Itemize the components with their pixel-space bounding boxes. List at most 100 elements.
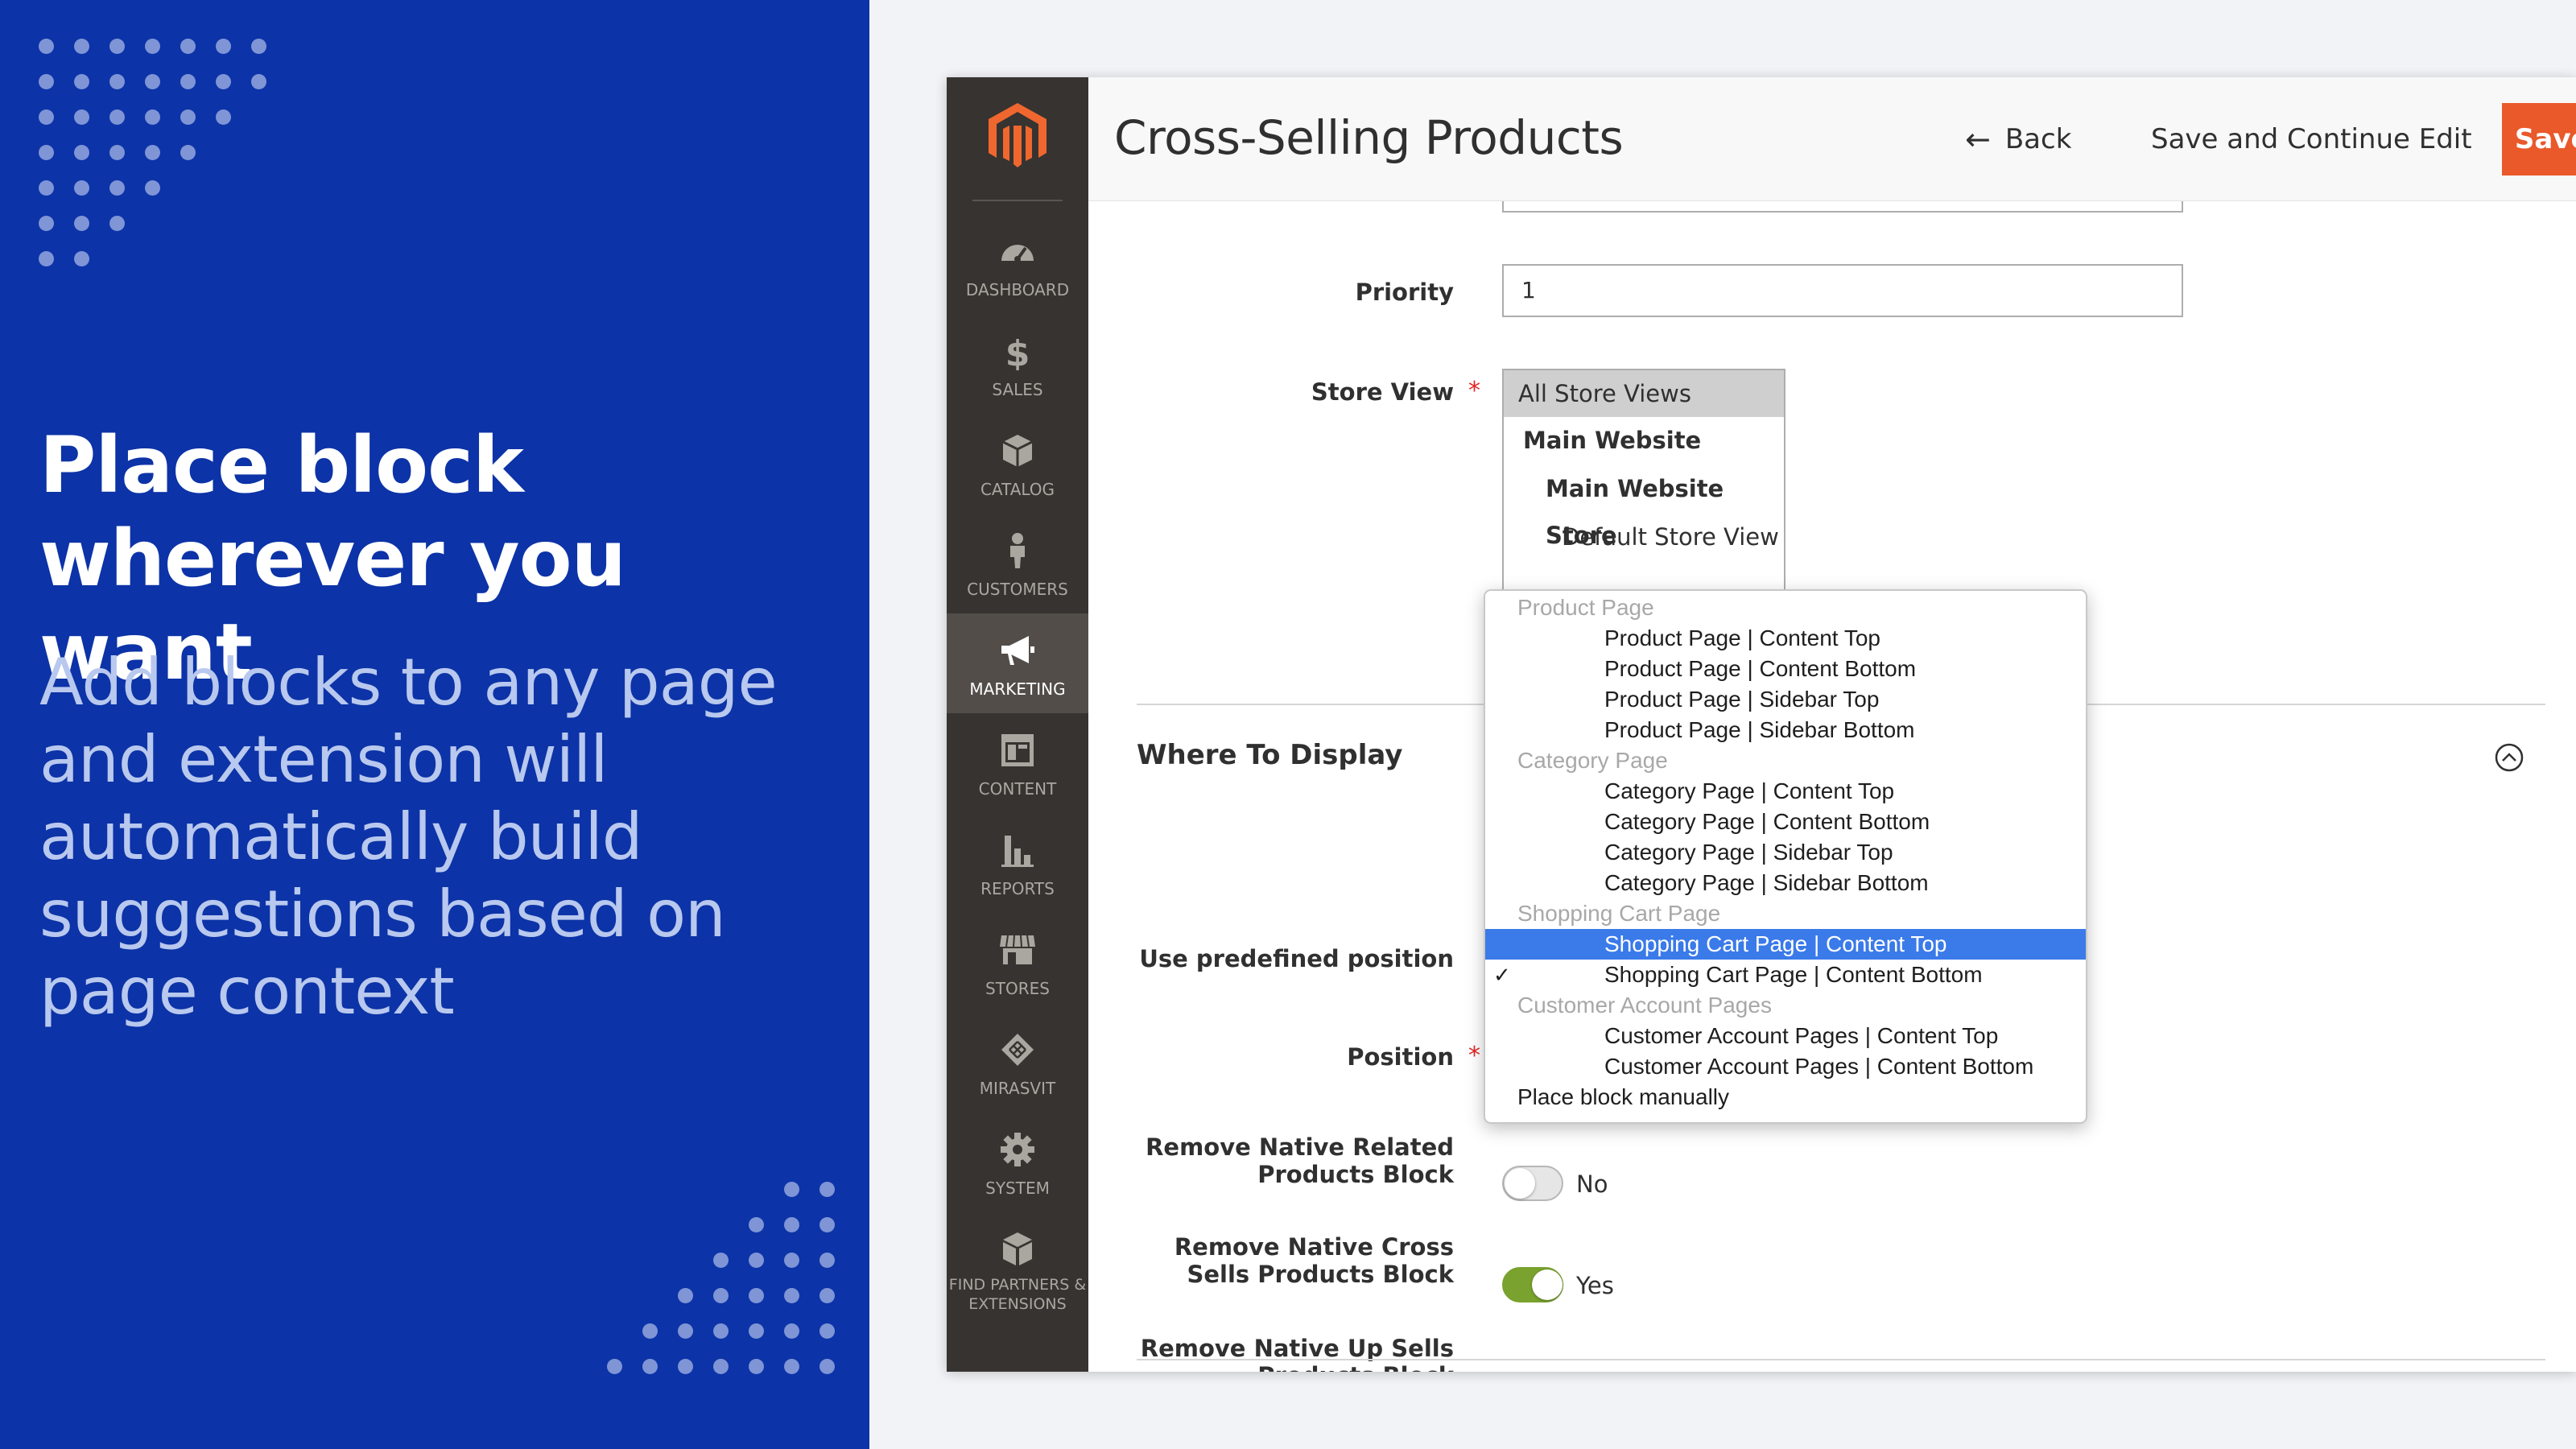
- decorative-dot: [39, 109, 54, 125]
- nav-customers[interactable]: CUSTOMERS: [947, 514, 1088, 613]
- logo-divider: [972, 200, 1063, 201]
- dropdown-group-label: Customer Account Pages: [1485, 990, 2086, 1021]
- decorative-dot: [39, 180, 54, 196]
- decorative-dot: [216, 74, 231, 89]
- where-to-display-title[interactable]: Where To Display: [1137, 737, 1402, 773]
- decorative-dot: [678, 1323, 693, 1339]
- dropdown-option[interactable]: ✓ Shopping Cart Page | Content Bottom: [1485, 960, 2086, 990]
- gear-icon: [1001, 1133, 1034, 1166]
- decorative-dot: [819, 1182, 835, 1197]
- decorative-dot: [749, 1288, 764, 1303]
- store-option[interactable]: Default Store View: [1504, 514, 1784, 560]
- dollar-icon: $: [1005, 333, 1030, 370]
- decorative-dot: [180, 145, 196, 160]
- dropdown-option[interactable]: Product Page | Content Bottom: [1485, 654, 2086, 684]
- dropdown-option-label: Category Page | Sidebar Top: [1604, 840, 1893, 865]
- dropdown-option-label: Shopping Cart Page | Content Bottom: [1604, 962, 1983, 987]
- dropdown-option[interactable]: Customer Account Pages | Content Bottom: [1485, 1051, 2086, 1082]
- admin-sidebar: DASHBOARD $ SALES CATALOG CUSTOMERS MARK…: [947, 77, 1088, 1372]
- decorative-dot: [109, 39, 125, 54]
- page-header: Cross-Selling Products ← Back Save and C…: [1088, 77, 2576, 201]
- dropdown-option-label: Product Page: [1517, 595, 1654, 620]
- save-block-button[interactable]: Save Block: [2502, 103, 2576, 175]
- dropdown-option-label: Product Page | Content Top: [1604, 625, 1880, 650]
- decorative-dot: [251, 39, 266, 54]
- decorative-dot: [784, 1323, 799, 1339]
- decorative-dot: [819, 1359, 835, 1374]
- decorative-dot: [74, 145, 89, 160]
- decorative-dot: [145, 180, 160, 196]
- back-button[interactable]: ← Back: [1965, 119, 2071, 159]
- position-dropdown-menu[interactable]: Product Page Product Page | Content Top Pr…: [1484, 589, 2087, 1124]
- nav-content[interactable]: CONTENT: [947, 713, 1088, 813]
- save-and-continue-button[interactable]: Save and Continue Edit: [2151, 119, 2472, 159]
- nav-label: CUSTOMERS: [967, 580, 1068, 599]
- priority-input[interactable]: 1: [1502, 264, 2183, 317]
- title-input-partial[interactable]: [1502, 201, 2183, 213]
- dropdown-option[interactable]: Product Page | Sidebar Top: [1485, 684, 2086, 715]
- decorative-dot: [749, 1359, 764, 1374]
- megaphone-icon: [1001, 636, 1034, 665]
- dropdown-option[interactable]: Shopping Cart Page | Content Top: [1485, 929, 2086, 960]
- store-view-multiselect[interactable]: All Store Views Main Website Main Websit…: [1502, 369, 1785, 594]
- nav-label: CONTENT: [978, 779, 1057, 799]
- decorative-dot: [784, 1253, 799, 1268]
- decorative-dot: [74, 216, 89, 231]
- decorative-dot: [784, 1217, 799, 1232]
- nav-marketing[interactable]: MARKETING: [947, 613, 1088, 713]
- nav-find-partners[interactable]: FIND PARTNERS & EXTENSIONS: [947, 1212, 1088, 1313]
- required-asterisk: *: [1468, 1042, 1480, 1070]
- decorative-dot: [74, 251, 89, 266]
- dropdown-option[interactable]: Category Page | Content Top: [1485, 776, 2086, 807]
- back-label: Back: [2004, 123, 2072, 155]
- remove-up-sells-toggle[interactable]: [1502, 1267, 1563, 1302]
- store-option[interactable]: All Store Views: [1504, 370, 1784, 417]
- nav-label: CATALOG: [980, 480, 1055, 499]
- decorative-dot: [145, 145, 160, 160]
- layout-icon: [1001, 734, 1034, 766]
- dropdown-option-label: Product Page | Sidebar Bottom: [1604, 717, 1915, 742]
- checkmark-icon: ✓: [1493, 963, 1511, 987]
- store-option[interactable]: Main Website: [1504, 417, 1784, 464]
- decorative-dot: [607, 1359, 622, 1374]
- dropdown-option[interactable]: Product Page | Sidebar Bottom: [1485, 715, 2086, 745]
- remove-related-label: Remove Native Related Products Block: [1146, 1133, 1454, 1188]
- nav-label: SYSTEM: [985, 1179, 1050, 1198]
- dropdown-option[interactable]: Category Page | Content Bottom: [1485, 807, 2086, 837]
- dropdown-option[interactable]: Product Page | Content Top: [1485, 623, 2086, 654]
- box-icon: [1002, 435, 1033, 467]
- decorative-dot: [74, 39, 89, 54]
- decorative-dot: [109, 109, 125, 125]
- decorative-dot: [109, 180, 125, 196]
- dropdown-option-label: Category Page: [1517, 748, 1668, 773]
- decorative-dot: [109, 74, 125, 89]
- svg-text:$: $: [1005, 333, 1030, 370]
- dropdown-group-label: Shopping Cart Page: [1485, 898, 2086, 929]
- decorative-dot: [678, 1288, 693, 1303]
- nav-label: FIND PARTNERS & EXTENSIONS: [948, 1276, 1087, 1313]
- magento-logo[interactable]: [987, 101, 1048, 169]
- dropdown-option[interactable]: Customer Account Pages | Content Top: [1485, 1021, 2086, 1051]
- promo-subtitle: Add blocks to any page and extension wil…: [39, 645, 778, 1029]
- decorative-dot: [749, 1323, 764, 1339]
- decorative-dot: [713, 1288, 729, 1303]
- decorative-dot: [145, 109, 160, 125]
- nav-system[interactable]: SYSTEM: [947, 1113, 1088, 1212]
- decorative-dot: [39, 216, 54, 231]
- remove-cross-sells-toggle[interactable]: [1502, 1166, 1563, 1201]
- nav-catalog[interactable]: CATALOG: [947, 414, 1088, 514]
- promo-panel: Place block wherever you want Add blocks…: [0, 0, 869, 1449]
- dropdown-option[interactable]: Place block manually: [1485, 1082, 2086, 1113]
- collapse-chevron-icon[interactable]: [2494, 742, 2524, 773]
- bar-chart-icon: [1001, 836, 1034, 867]
- decorative-dot: [819, 1253, 835, 1268]
- dropdown-option[interactable]: Category Page | Sidebar Bottom: [1485, 868, 2086, 898]
- nav-reports[interactable]: REPORTS: [947, 813, 1088, 913]
- person-icon: [1010, 533, 1025, 568]
- dropdown-option-label: Shopping Cart Page: [1517, 901, 1721, 926]
- store-option[interactable]: Main Website Store: [1504, 465, 1784, 549]
- decorative-dot: [713, 1253, 729, 1268]
- toggle-knob: [1505, 1168, 1535, 1199]
- decorative-dot: [678, 1359, 693, 1374]
- dropdown-option[interactable]: Category Page | Sidebar Top: [1485, 837, 2086, 868]
